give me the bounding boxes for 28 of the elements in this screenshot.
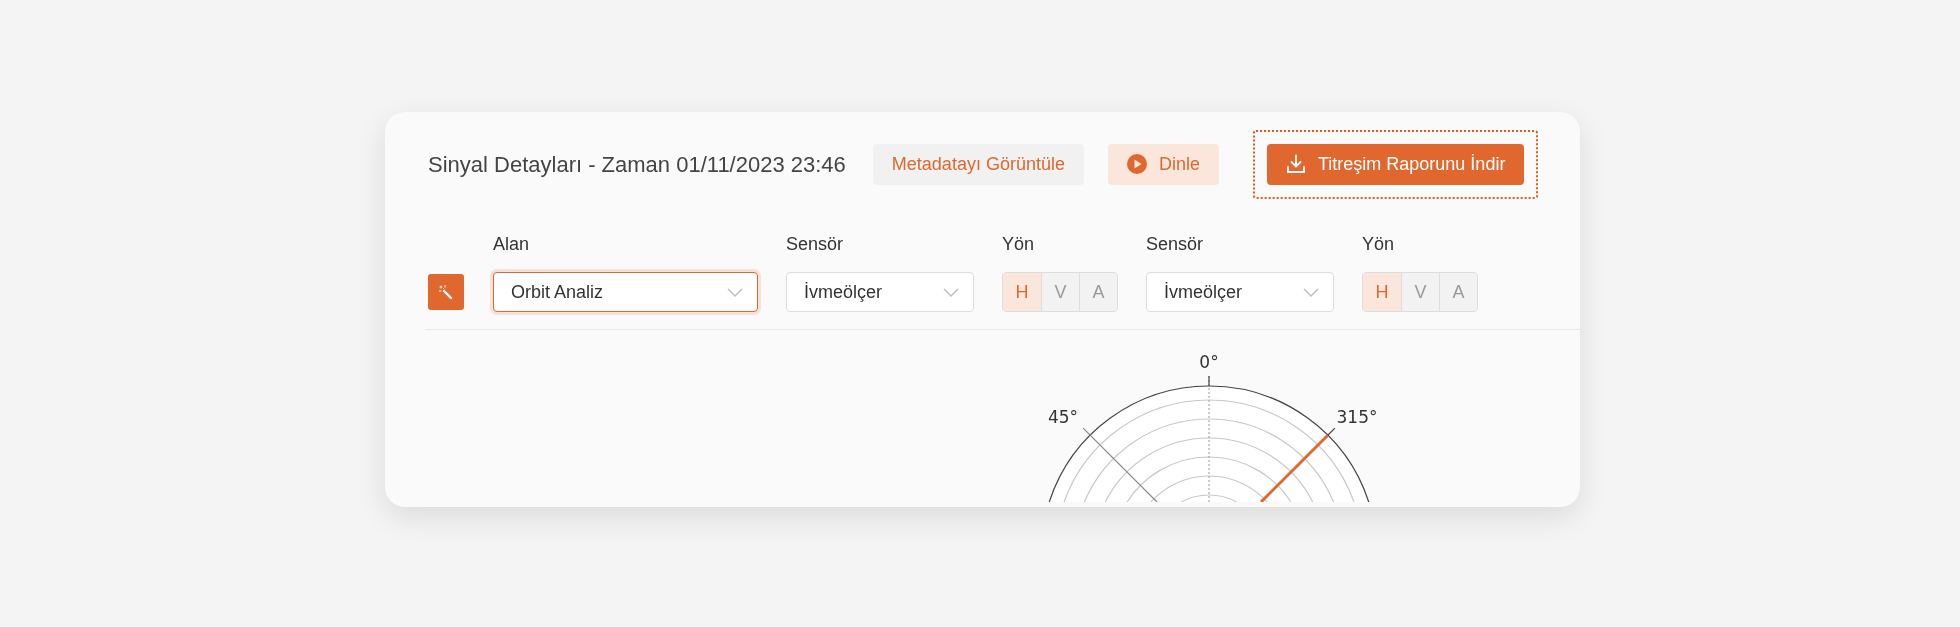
magic-wand-button[interactable]: [428, 274, 464, 310]
metadata-button[interactable]: Metadatayı Görüntüle: [872, 143, 1084, 185]
chevron-down-icon: [943, 287, 959, 297]
field-label: Yön: [1002, 233, 1036, 256]
play-icon: [1126, 154, 1147, 174]
listen-button[interactable]: Dinle: [1107, 143, 1219, 185]
angle-label: 0°: [1199, 352, 1219, 372]
direction-toggle[interactable]: V: [1401, 273, 1439, 311]
dropdown[interactable]: İvmeölçer: [786, 272, 974, 312]
field-label: Alan: [493, 233, 531, 256]
chevron-down-icon: [727, 287, 743, 297]
direction-toggle[interactable]: H: [1003, 273, 1041, 311]
chevron-down-icon: [1303, 287, 1319, 297]
page-title: Sinyal Detayları - Zaman 01/11/2023 23:46: [428, 150, 846, 179]
field-label: Yön: [1362, 233, 1396, 256]
direction-toggle[interactable]: H: [1363, 273, 1401, 311]
dropdown[interactable]: İvmeölçer: [1146, 272, 1334, 312]
download-report-button[interactable]: Titreşim Raporunu İndir: [1267, 143, 1525, 185]
direction-toggle[interactable]: A: [1079, 273, 1117, 311]
field-label: Sensör: [786, 233, 845, 256]
download-icon: [1286, 154, 1306, 174]
angle-label: 315°: [1336, 407, 1378, 427]
direction-toggle[interactable]: V: [1041, 273, 1079, 311]
magic-wand-icon: [438, 284, 454, 300]
dropdown[interactable]: Orbit Analiz: [493, 272, 758, 312]
field-label: Sensör: [1146, 233, 1205, 256]
direction-toggle[interactable]: A: [1439, 273, 1477, 311]
angle-label: 45°: [1047, 407, 1079, 427]
